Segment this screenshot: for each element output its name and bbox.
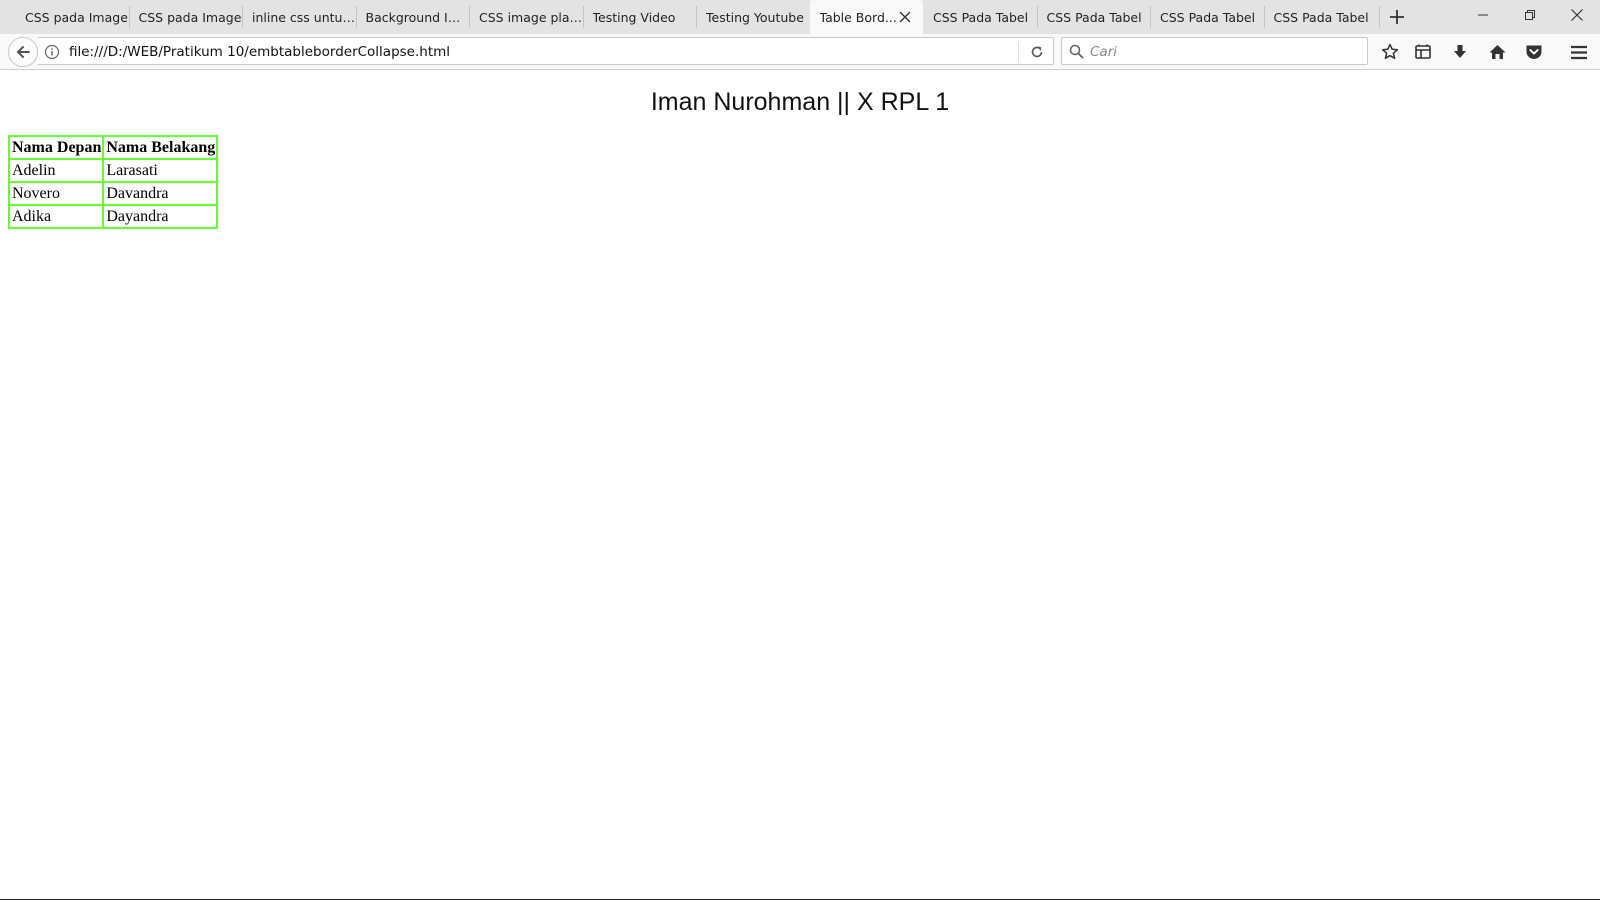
home-button[interactable] [1483, 39, 1511, 65]
tab-label: CSS Pada Tabel [933, 9, 1029, 25]
reload-icon [1031, 45, 1043, 57]
menu-button[interactable] [1565, 39, 1593, 65]
info-icon[interactable] [44, 44, 60, 60]
navigation-toolbar [0, 34, 1600, 70]
tab[interactable]: Testing Video [582, 0, 697, 34]
tab-label: CSS pada Image [138, 9, 242, 25]
tab-list: CSS pada Image CSS pada Image inline css… [0, 0, 1377, 34]
tab-label: CSS Pada Tabel [1160, 9, 1256, 25]
tab[interactable]: inline css untuk ... [242, 0, 356, 34]
page-content: Iman Nurohman || X RPL 1 Nama Depan Nama… [0, 71, 1600, 900]
column-header: Nama Depan [7, 135, 105, 160]
tab-strip: CSS pada Image CSS pada Image inline css… [0, 0, 1600, 34]
tab-label: inline css untuk ... [252, 9, 356, 25]
tab[interactable]: CSS Pada Tabel [1036, 0, 1151, 34]
library-button[interactable] [1409, 39, 1437, 65]
table-row: Adelin Larasati [7, 158, 219, 183]
new-tab-button[interactable] [1379, 0, 1415, 34]
star-icon [1381, 43, 1399, 60]
page-title: Iman Nurohman || X RPL 1 [650, 88, 950, 116]
url-bar[interactable] [38, 37, 1054, 65]
plus-icon [1390, 10, 1404, 24]
restore-button[interactable] [1506, 0, 1553, 30]
library-icon [1415, 44, 1431, 59]
table-cell: Adika [7, 204, 105, 229]
restore-icon [1524, 10, 1535, 20]
tab-label: CSS pada Image [25, 9, 128, 25]
table-row: Adika Dayandra [7, 204, 219, 229]
download-icon [1454, 45, 1466, 58]
download-button[interactable] [1446, 39, 1474, 65]
search-input[interactable] [1090, 42, 1360, 62]
tab[interactable]: CSS Pada Tabel [1150, 0, 1264, 34]
table-cell: Davandra [102, 181, 219, 206]
table-cell: Novero [7, 181, 105, 206]
minimize-icon [1477, 14, 1488, 16]
window-controls [1459, 0, 1600, 30]
table-row: Novero Davandra [7, 181, 219, 206]
tab-label: Background Im... [365, 9, 470, 25]
tab-label: Table Bord... [819, 9, 897, 25]
search-bar[interactable] [1061, 37, 1368, 65]
tab[interactable]: CSS pada Image [15, 0, 129, 34]
pocket-icon [1526, 45, 1542, 59]
table-cell: Dayandra [102, 204, 219, 229]
tab[interactable]: Testing Youtube [696, 0, 810, 34]
tab-label: CSS Pada Tabel [1046, 9, 1142, 25]
tab[interactable]: CSS Pada Tabel [923, 0, 1037, 34]
tab[interactable]: CSS image plac... [469, 0, 583, 34]
tab[interactable]: Background Im... [355, 0, 470, 34]
close-tab-icon[interactable] [897, 9, 913, 25]
search-icon [1069, 44, 1084, 64]
tab[interactable]: CSS pada Image [128, 0, 243, 34]
hamburger-menu-icon [1571, 45, 1587, 59]
tab-label: CSS image plac... [479, 9, 583, 25]
pocket-button[interactable] [1520, 39, 1548, 65]
tab-label: Testing Youtube [706, 9, 804, 25]
minimize-button[interactable] [1459, 0, 1506, 30]
url-input[interactable] [69, 42, 1009, 62]
tab-label: Testing Video [592, 9, 676, 25]
home-icon [1489, 45, 1505, 59]
table-header-row: Nama Depan Nama Belakang [7, 135, 219, 160]
column-header: Nama Belakang [102, 135, 219, 160]
tab-active[interactable]: Table Bord... [809, 0, 923, 34]
tab-label: CSS Pada Tabel [1273, 9, 1369, 25]
back-button[interactable] [8, 37, 38, 67]
table-cell: Adelin [7, 158, 105, 183]
back-arrow-icon [17, 46, 30, 58]
close-window-button[interactable] [1553, 0, 1600, 30]
divider [1018, 42, 1019, 62]
bookmark-button[interactable] [1376, 39, 1404, 65]
table-cell: Larasati [102, 158, 219, 183]
tab[interactable]: CSS Pada Tabel [1263, 0, 1378, 34]
reload-button[interactable] [1020, 38, 1054, 65]
name-table: Nama Depan Nama Belakang Adelin Larasati… [7, 135, 219, 229]
close-icon [1570, 9, 1583, 21]
